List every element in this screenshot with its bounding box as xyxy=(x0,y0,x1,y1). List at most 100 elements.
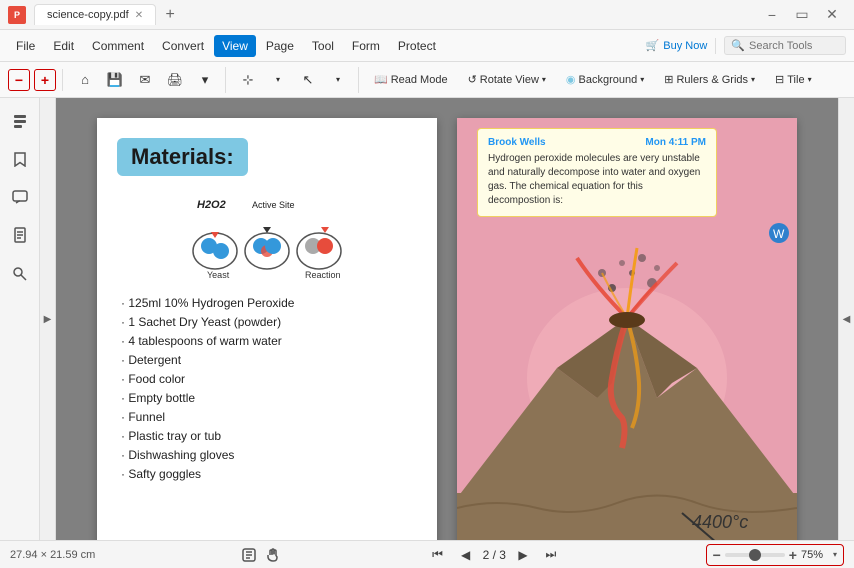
list-item: 125ml 10% Hydrogen Peroxide xyxy=(117,296,417,310)
right-collapse-button[interactable]: ◀ xyxy=(838,98,854,540)
pdf-tab[interactable]: science-copy.pdf ✕ xyxy=(34,4,156,25)
save-tool[interactable]: 💾 xyxy=(101,67,129,93)
list-item: Plastic tray or tub xyxy=(117,429,417,443)
volcano-illustration: 4400°c 03 W xyxy=(457,218,797,540)
select-dropdown[interactable]: ▾ xyxy=(264,67,292,93)
zoom-dropdown-button[interactable]: ▾ xyxy=(833,550,837,559)
comment-header: Brook Wells Mon 4:11 PM xyxy=(488,137,706,148)
mail-tool[interactable]: ✉ xyxy=(131,67,159,93)
rotate-view-button[interactable]: ↺ Rotate View ▾ xyxy=(461,70,553,89)
volcano-svg: 4400°c 03 W xyxy=(457,218,797,540)
molecule-diagram: H2O2 Active Site xyxy=(187,196,347,286)
list-item: Detergent xyxy=(117,353,417,367)
page-area: Materials: H2O2 Active Site xyxy=(56,98,838,540)
page-info: 2 / 3 xyxy=(483,548,506,562)
window-controls: − ▭ ✕ xyxy=(758,4,846,26)
minimize-button[interactable]: − xyxy=(758,4,786,26)
zoom-increase-button[interactable]: + xyxy=(789,547,797,563)
read-mode-icon: 📖 xyxy=(374,73,388,86)
tile-icon: ⊟ xyxy=(775,73,784,86)
zoom-thumb[interactable] xyxy=(749,549,761,561)
zoom-out-button[interactable]: − xyxy=(8,69,30,91)
toolbar: − + ⌂ 💾 ✉ 🖨 ▾ ⊹ ▾ ↖ ▾ 📖 Read Mode ↺ Rota… xyxy=(0,62,854,98)
background-icon: ◉ xyxy=(566,73,576,86)
list-item: Empty bottle xyxy=(117,391,417,405)
search-tools-container: 🔍 xyxy=(724,36,846,55)
search-icon: 🔍 xyxy=(731,39,745,52)
menu-comment[interactable]: Comment xyxy=(84,35,152,57)
sidebar-bookmark-icon[interactable] xyxy=(5,144,35,174)
svg-text:Active Site: Active Site xyxy=(252,200,295,210)
zoom-decrease-button[interactable]: − xyxy=(713,547,721,563)
list-item: Funnel xyxy=(117,410,417,424)
prev-page-button[interactable]: ◀ xyxy=(455,544,477,566)
tile-dropdown-arrow: ▾ xyxy=(808,75,812,84)
zoom-percentage: 75% xyxy=(801,549,829,561)
next-page-button[interactable]: ▶ xyxy=(512,544,534,566)
select-tool[interactable]: ⊹ xyxy=(234,67,262,93)
page-navigation: ⏮ ◀ 2 / 3 ▶ ⏭ xyxy=(427,544,562,566)
zoom-in-button[interactable]: + xyxy=(34,69,56,91)
print-tool[interactable]: 🖨 xyxy=(161,67,189,93)
status-bar: 27.94 × 21.59 cm ⏮ ◀ 2 / 3 ▶ ⏭ − + 75% ▾ xyxy=(0,540,854,568)
comment-text: Hydrogen peroxide molecules are very uns… xyxy=(488,152,706,208)
sidebar-search-icon[interactable] xyxy=(5,258,35,288)
close-tab-button[interactable]: ✕ xyxy=(135,10,143,21)
menu-file[interactable]: File xyxy=(8,35,43,57)
new-tab-button[interactable]: + xyxy=(160,5,180,25)
menu-protect[interactable]: Protect xyxy=(390,35,444,57)
first-page-button[interactable]: ⏮ xyxy=(427,544,449,566)
rulers-grids-button[interactable]: ⊞ Rulers & Grids ▾ xyxy=(657,70,762,89)
comment-box: Brook Wells Mon 4:11 PM Hydrogen peroxid… xyxy=(477,128,717,217)
close-window-button[interactable]: ✕ xyxy=(818,4,846,26)
list-item: 1 Sachet Dry Yeast (powder) xyxy=(117,315,417,329)
scroll-icon[interactable] xyxy=(239,545,259,565)
svg-text:Reaction: Reaction xyxy=(305,270,341,280)
sidebar-attachment-icon[interactable] xyxy=(5,220,35,250)
restore-button[interactable]: ▭ xyxy=(788,4,816,26)
last-page-button[interactable]: ⏭ xyxy=(540,544,562,566)
title-bar: P science-copy.pdf ✕ + − ▭ ✕ xyxy=(0,0,854,30)
menu-bar: File Edit Comment Convert View Page Tool… xyxy=(0,30,854,62)
list-item: Food color xyxy=(117,372,417,386)
rotate-dropdown-arrow: ▾ xyxy=(542,75,546,84)
buy-now-button[interactable]: 🛒 Buy Now xyxy=(646,39,708,52)
home-tool[interactable]: ⌂ xyxy=(71,67,99,93)
left-sidebar xyxy=(0,98,40,540)
pdf-page-left: Materials: H2O2 Active Site xyxy=(97,118,437,540)
main-content: ▶ Materials: H2O2 Active Site xyxy=(0,98,854,540)
menu-page[interactable]: Page xyxy=(258,35,302,57)
comment-time: Mon 4:11 PM xyxy=(645,137,706,148)
search-tools-input[interactable] xyxy=(749,40,839,52)
zoom-group: − + xyxy=(8,69,63,91)
sidebar-pages-icon[interactable] xyxy=(5,106,35,136)
zoom-bar: − + 75% ▾ xyxy=(706,544,844,566)
menu-form[interactable]: Form xyxy=(344,35,388,57)
rulers-dropdown-arrow: ▾ xyxy=(751,75,755,84)
zoom-slider[interactable] xyxy=(725,553,785,557)
menu-convert[interactable]: Convert xyxy=(154,35,212,57)
list-item: 4 tablespoons of warm water xyxy=(117,334,417,348)
sidebar-comment-icon[interactable] xyxy=(5,182,35,212)
page-icons xyxy=(239,545,283,565)
background-button[interactable]: ◉ Background ▾ xyxy=(559,70,651,89)
dropdown-tool[interactable]: ▾ xyxy=(191,67,219,93)
app-logo: P xyxy=(8,6,26,24)
svg-text:W: W xyxy=(773,227,785,241)
cursor-tool[interactable]: ↖ xyxy=(294,67,322,93)
left-collapse-button[interactable]: ▶ xyxy=(40,98,56,540)
comment-author: Brook Wells xyxy=(488,137,546,148)
list-item: Safty goggles xyxy=(117,467,417,481)
menu-edit[interactable]: Edit xyxy=(45,35,82,57)
read-mode-button[interactable]: 📖 Read Mode xyxy=(367,70,455,89)
tile-button[interactable]: ⊟ Tile ▾ xyxy=(768,70,819,89)
tab-filename: science-copy.pdf xyxy=(47,9,129,21)
svg-text:Yeast: Yeast xyxy=(207,270,230,280)
menu-tool[interactable]: Tool xyxy=(304,35,342,57)
menu-right: 🛒 Buy Now 🔍 xyxy=(646,36,846,55)
materials-list: 125ml 10% Hydrogen Peroxide 1 Sachet Dry… xyxy=(117,296,417,481)
handtool-icon[interactable] xyxy=(263,545,283,565)
list-item: Dishwashing gloves xyxy=(117,448,417,462)
menu-view[interactable]: View xyxy=(214,35,256,57)
cursor-dropdown[interactable]: ▾ xyxy=(324,67,352,93)
